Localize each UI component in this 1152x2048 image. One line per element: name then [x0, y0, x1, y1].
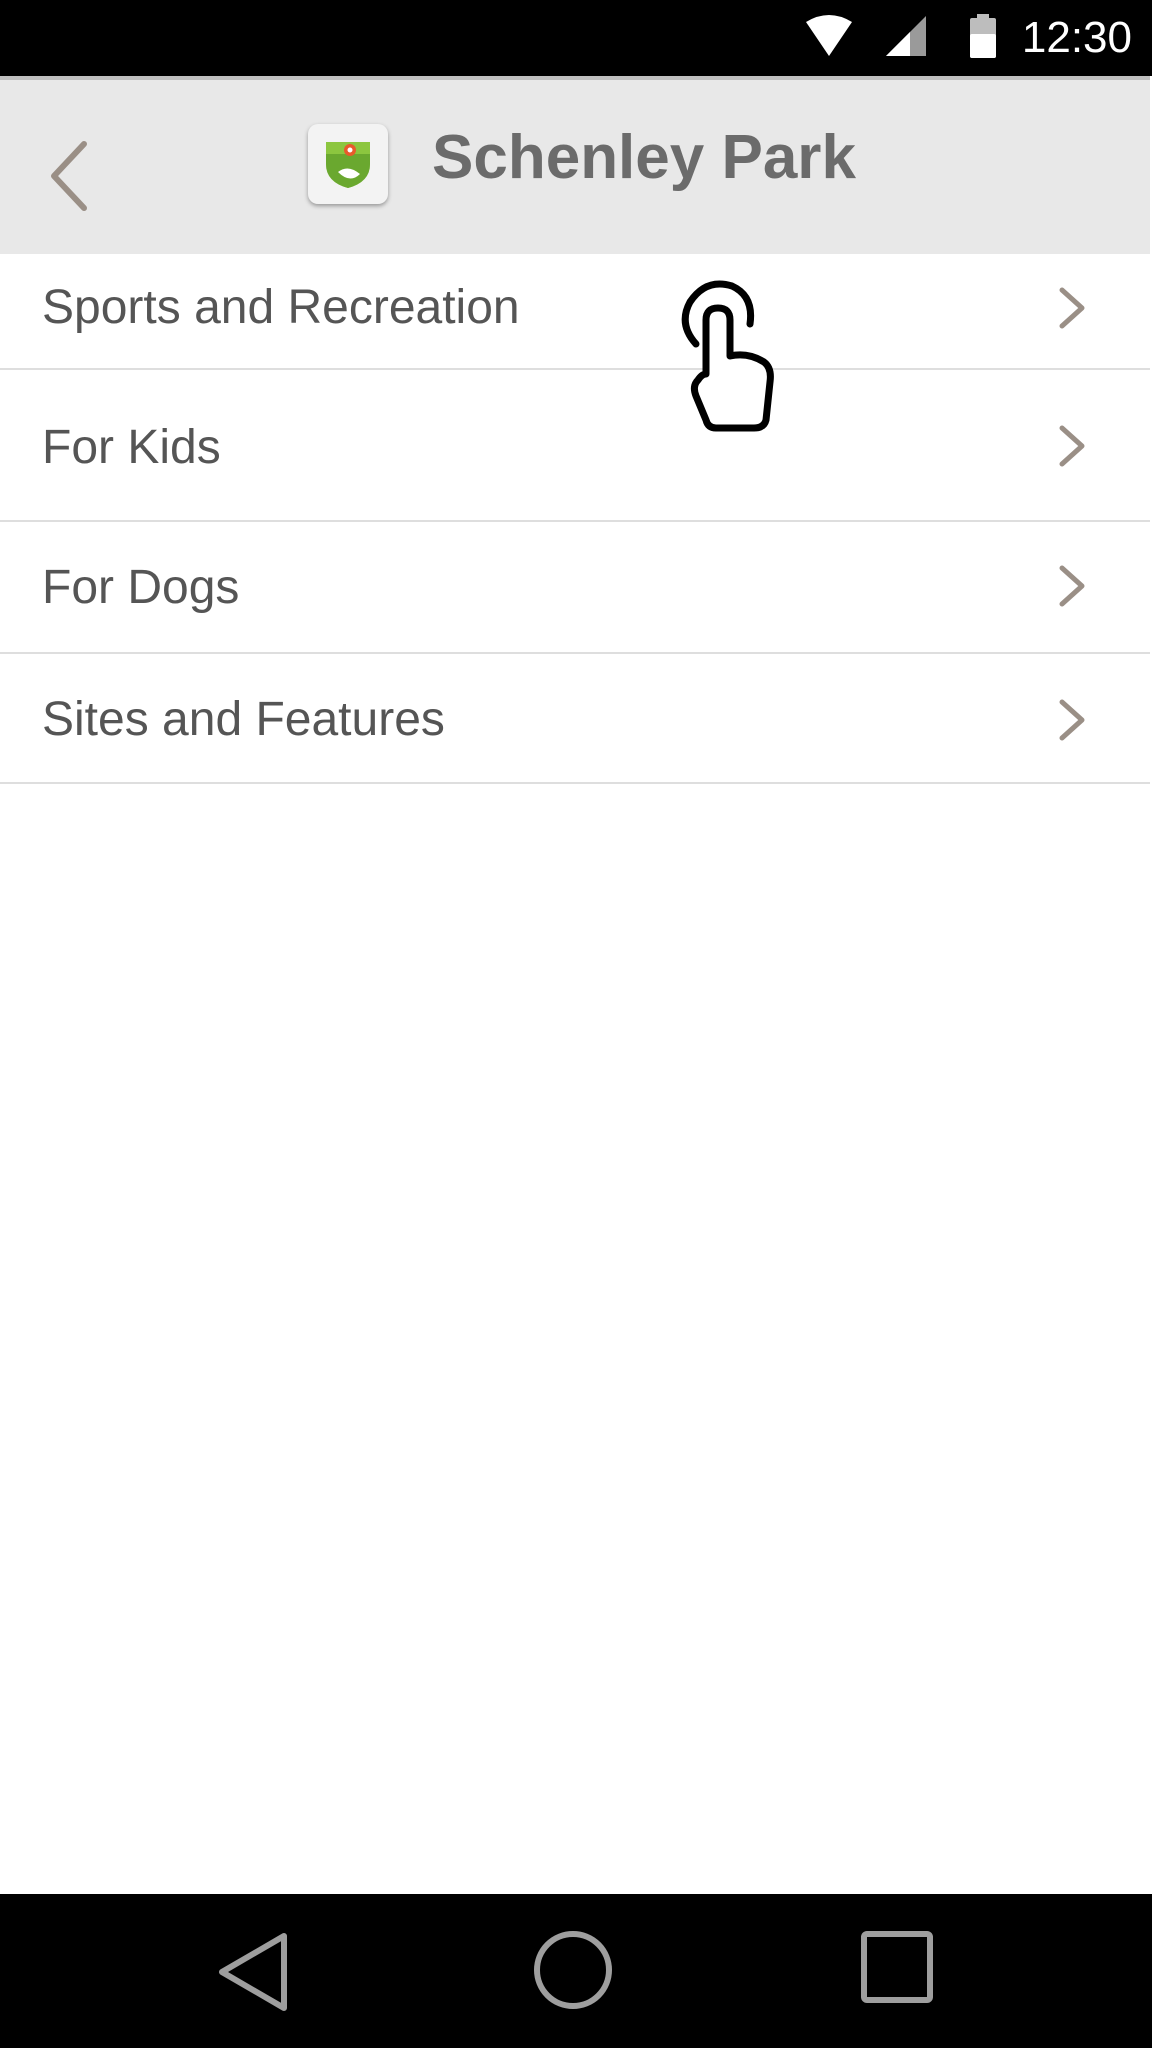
chevron-right-icon — [1058, 564, 1086, 608]
back-button[interactable] — [40, 136, 100, 216]
nav-home-button[interactable] — [532, 1928, 614, 2012]
chevron-left-icon — [40, 141, 100, 220]
app-bar: Schenley Park — [0, 76, 1150, 254]
wifi-icon — [804, 14, 854, 62]
system-nav-bar — [0, 1894, 1152, 2048]
nav-recents-icon — [860, 1931, 934, 2008]
list-item-label: Sites and Features — [42, 693, 445, 746]
chevron-right-icon — [1058, 424, 1086, 468]
nav-home-icon — [532, 1931, 614, 2016]
chevron-right-icon — [1058, 698, 1086, 742]
list-item-label: For Dogs — [42, 561, 240, 614]
nav-recents-button[interactable] — [860, 1930, 934, 2004]
battery-icon — [968, 14, 998, 64]
status-bar: 12:30 — [0, 0, 1152, 76]
app-icon — [308, 124, 388, 204]
list-item-label: For Kids — [42, 421, 221, 474]
nav-back-button[interactable] — [214, 1930, 294, 2014]
category-list: Sports and Recreation For Kids For Dogs … — [0, 254, 1150, 784]
nav-back-icon — [214, 1933, 294, 2018]
list-item-for-kids[interactable]: For Kids — [0, 370, 1150, 522]
status-time: 12:30 — [1021, 13, 1132, 62]
list-item-for-dogs[interactable]: For Dogs — [0, 522, 1150, 654]
chevron-right-icon — [1058, 286, 1086, 330]
signal-icon — [884, 14, 928, 62]
list-item-sports-and-recreation[interactable]: Sports and Recreation — [0, 254, 1150, 370]
list-item-sites-and-features[interactable]: Sites and Features — [0, 654, 1150, 784]
page-title: Schenley Park — [432, 123, 856, 192]
list-item-label: Sports and Recreation — [42, 281, 520, 334]
